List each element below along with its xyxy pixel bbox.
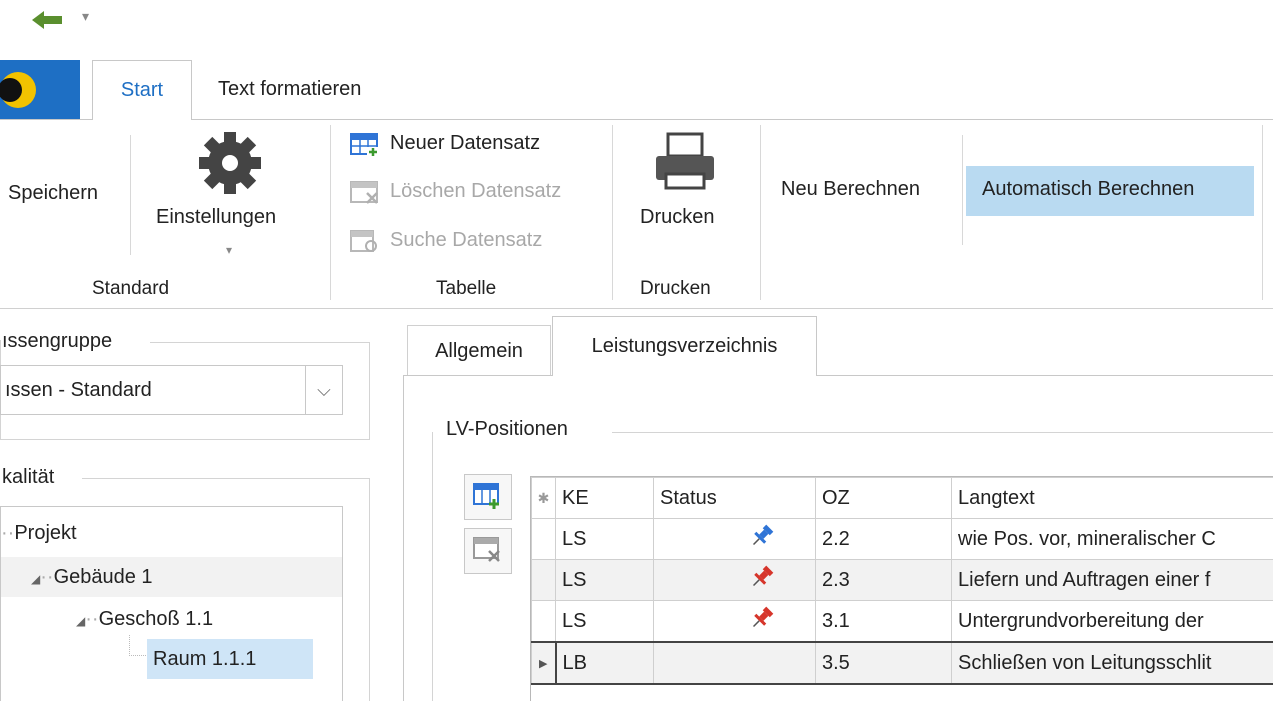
class-group-select-value: ıssen - Standard: [5, 379, 152, 401]
class-group-select[interactable]: ıssen - Standard: [0, 365, 343, 415]
column-header-oz[interactable]: OZ: [815, 477, 952, 519]
expand-triangle-icon[interactable]: ◢: [76, 614, 85, 628]
cell-oz[interactable]: 2.2: [815, 518, 952, 560]
tab-allgemein[interactable]: Allgemein: [407, 325, 551, 375]
red-pin-icon: [749, 605, 775, 637]
delete-record-button[interactable]: Löschen Datensatz: [390, 180, 561, 203]
cell-ke[interactable]: LS: [555, 600, 654, 643]
row-selector[interactable]: [531, 600, 556, 643]
current-row-arrow-icon[interactable]: ▶: [531, 641, 556, 685]
row-selector[interactable]: [531, 559, 556, 601]
ribbon-bottom-border: [0, 308, 1273, 309]
quick-access-dropdown-icon[interactable]: ▾: [82, 8, 89, 25]
group-label-standard: Standard: [92, 278, 170, 299]
group-title-klassengruppe: ıssengruppe: [2, 330, 119, 353]
cell-langtext[interactable]: Liefern und Auftragen einer f: [951, 559, 1273, 601]
blue-pin-icon: [749, 523, 775, 555]
cell-oz[interactable]: 2.3: [815, 559, 952, 601]
new-record-icon[interactable]: [350, 132, 380, 163]
ribbon-group-separator: [612, 125, 613, 300]
delete-row-button[interactable]: [464, 528, 512, 574]
back-arrow-icon[interactable]: [32, 10, 64, 30]
cell-ke[interactable]: LS: [555, 559, 654, 601]
ribbon-group-separator: [1262, 125, 1263, 300]
cell-status[interactable]: [653, 641, 816, 685]
expand-triangle-icon[interactable]: ◢: [31, 572, 40, 586]
save-button[interactable]: Speichern: [8, 182, 98, 205]
column-header-langtext[interactable]: Langtext: [951, 477, 1273, 519]
locality-tree[interactable]: ··Projekt ◢··Gebäude 1 ◢··Geschoß 1.1 Ra…: [0, 506, 343, 701]
column-header-ke[interactable]: KE: [555, 477, 654, 519]
table-row-current[interactable]: ▶ LB 3.5 Schließen von Leitungsschlit: [531, 641, 1273, 685]
cell-langtext[interactable]: Untergrundvorbereitung der: [951, 600, 1273, 643]
app-logo-icon: [0, 72, 36, 108]
group-title-lv-positionen: LV-Positionen: [440, 418, 574, 441]
ribbon-group-separator: [330, 125, 331, 300]
add-row-button[interactable]: [464, 474, 512, 520]
new-record-icon: [473, 483, 499, 509]
auto-calculate-label: Automatisch Berechnen: [982, 178, 1195, 200]
new-record-button[interactable]: Neuer Datensatz: [390, 132, 540, 155]
group-title-lokalitaet: kalität: [2, 466, 61, 489]
cell-langtext[interactable]: wie Pos. vor, mineralischer C: [951, 518, 1273, 560]
settings-button[interactable]: Einstellungen: [156, 206, 276, 229]
print-button[interactable]: Drucken: [640, 206, 714, 229]
tree-node-gebaeude[interactable]: ◢··Gebäude 1: [1, 557, 342, 597]
search-record-button[interactable]: Suche Datensatz: [390, 229, 542, 252]
app-menu-button[interactable]: [0, 60, 80, 120]
settings-dropdown-icon[interactable]: ▾: [226, 243, 232, 257]
cell-status[interactable]: [653, 600, 816, 643]
tab-text-formatieren[interactable]: Text formatieren: [218, 60, 418, 120]
table-row[interactable]: LS 2.3 Liefern und Auftragen einer f: [531, 559, 1273, 601]
gear-icon[interactable]: [195, 128, 265, 203]
tree-node-raum[interactable]: Raum 1.1.1: [147, 639, 313, 679]
search-record-icon: [350, 229, 380, 260]
printer-icon[interactable]: [652, 132, 718, 197]
cell-status[interactable]: [653, 559, 816, 601]
cell-langtext[interactable]: Schließen von Leitungsschlit: [951, 641, 1273, 685]
cell-status[interactable]: [653, 518, 816, 560]
cell-oz[interactable]: 3.5: [815, 641, 952, 685]
cell-ke[interactable]: LS: [555, 518, 654, 560]
tree-node-projekt[interactable]: ··Projekt: [1, 513, 342, 553]
group-label-drucken: Drucken: [640, 278, 711, 299]
chevron-down-icon[interactable]: ⌵: [305, 366, 342, 414]
table-row[interactable]: LS 2.2 wie Pos. vor, mineralischer C: [531, 518, 1273, 560]
new-row-indicator-icon: ✱: [531, 477, 556, 519]
recalculate-button[interactable]: Neu Berechnen: [781, 178, 920, 201]
table-row[interactable]: LS 3.1 Untergrundvorbereitung der: [531, 600, 1273, 643]
ribbon-separator: [130, 135, 131, 255]
tab-leistungsverzeichnis[interactable]: Leistungsverzeichnis: [552, 316, 817, 376]
ribbon-group-separator: [760, 125, 761, 300]
red-pin-icon: [749, 564, 775, 596]
cell-ke[interactable]: LB: [554, 641, 654, 685]
row-selector[interactable]: [531, 518, 556, 560]
tree-node-geschoss[interactable]: ◢··Geschoß 1.1: [1, 599, 342, 639]
cell-oz[interactable]: 3.1: [815, 600, 952, 643]
group-label-tabelle: Tabelle: [436, 278, 497, 299]
column-header-status[interactable]: Status: [653, 477, 816, 519]
lv-positions-grid[interactable]: ✱ KE Status OZ Langtext LS 2.2 wie Pos. …: [530, 476, 1273, 701]
delete-record-icon: [350, 180, 380, 211]
delete-record-icon: [473, 537, 500, 562]
ribbon-separator: [962, 135, 963, 245]
tab-start[interactable]: Start: [92, 60, 192, 120]
